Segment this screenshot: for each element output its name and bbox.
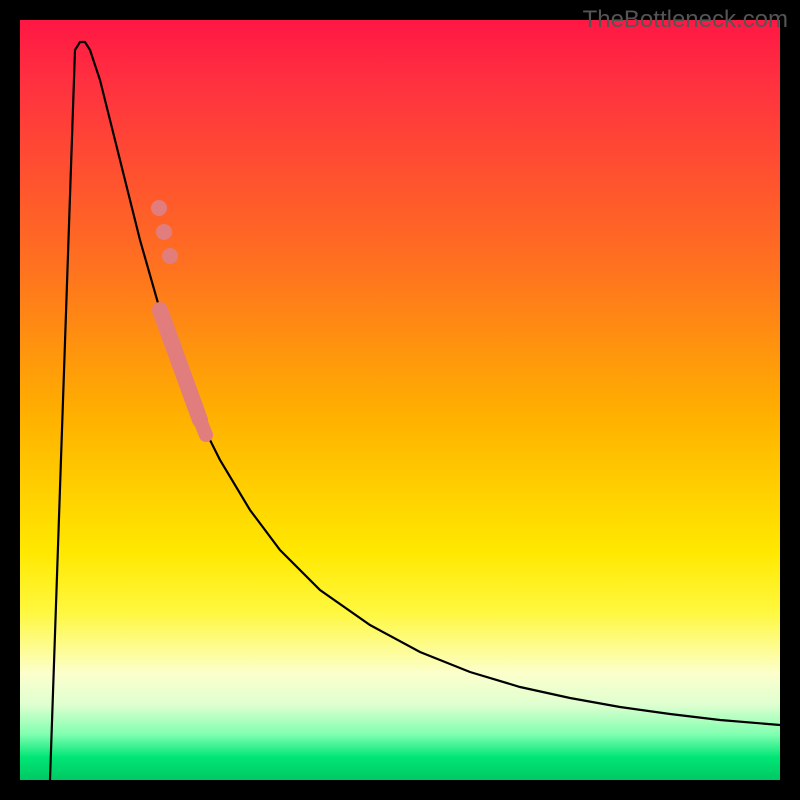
plot-area [20,20,780,780]
curve-layer [20,20,780,780]
highlight-segment [160,310,200,420]
bottleneck-curve [50,42,780,780]
highlight-dot [162,248,178,264]
highlight-dot [156,224,172,240]
highlight-segment [202,425,206,435]
watermark-text: TheBottleneck.com [583,6,788,34]
highlight-dot [151,200,167,216]
highlight-markers [151,200,206,435]
